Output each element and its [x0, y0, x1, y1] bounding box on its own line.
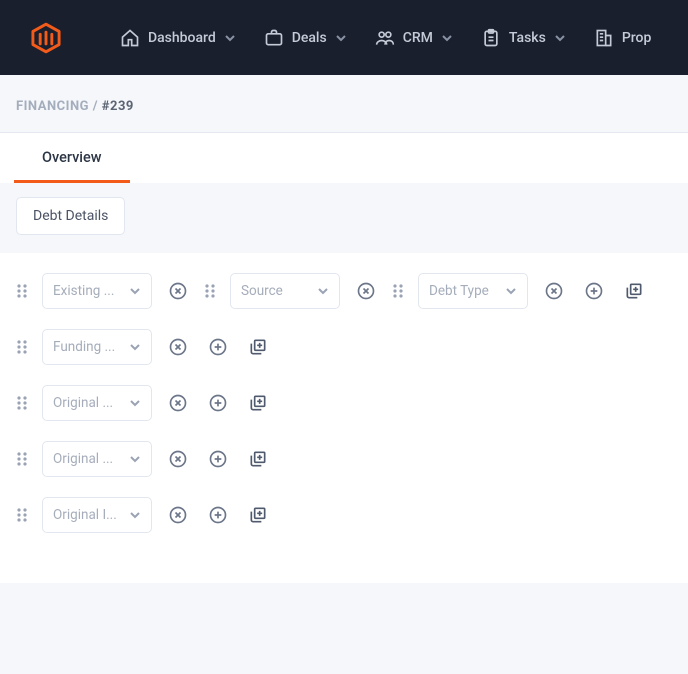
app-logo: [30, 22, 62, 54]
chevron-down-icon: [505, 285, 517, 297]
nav-label: Prop: [622, 30, 652, 46]
chevron-down-icon: [129, 509, 141, 521]
add-button[interactable]: [204, 445, 232, 473]
chevron-down-icon: [317, 285, 329, 297]
drag-handle-icon[interactable]: [392, 283, 406, 299]
tab-overview[interactable]: Overview: [14, 133, 130, 183]
breadcrumb-current: #239: [102, 99, 134, 114]
building-icon: [594, 28, 614, 48]
select-label: Existing ...: [53, 283, 114, 299]
nav-deals[interactable]: Deals: [264, 28, 347, 48]
select-label: Debt Type: [429, 283, 489, 299]
filter-row: Original I...: [16, 487, 672, 543]
select-label: Original I...: [53, 507, 117, 523]
select-existing[interactable]: Existing ...: [42, 273, 152, 309]
breadcrumb-sep: /: [89, 99, 102, 114]
filter-row: Original ...: [16, 431, 672, 487]
filter-row: Original ...: [16, 375, 672, 431]
delete-button[interactable]: [352, 277, 380, 305]
select-field[interactable]: Original I...: [42, 497, 152, 533]
select-field[interactable]: Funding ...: [42, 329, 152, 365]
delete-button[interactable]: [164, 445, 192, 473]
select-label: Source: [241, 283, 283, 299]
breadcrumb-root[interactable]: FINANCING: [16, 99, 89, 114]
drag-handle-icon[interactable]: [16, 507, 30, 523]
delete-button[interactable]: [164, 501, 192, 529]
breadcrumb: FINANCING / #239: [0, 75, 688, 132]
add-button[interactable]: [204, 501, 232, 529]
nav-label: Dashboard: [148, 30, 216, 46]
clipboard-icon: [481, 28, 501, 48]
filter-row: Funding ...: [16, 319, 672, 375]
nav-tasks[interactable]: Tasks: [481, 28, 566, 48]
chevron-down-icon: [441, 32, 453, 44]
select-label: Original ...: [53, 395, 113, 411]
nav-crm[interactable]: CRM: [375, 28, 453, 48]
select-label: Original ...: [53, 451, 113, 467]
people-icon: [375, 28, 395, 48]
delete-button[interactable]: [164, 389, 192, 417]
tab-strip: Overview: [0, 132, 688, 183]
add-button[interactable]: [580, 277, 608, 305]
top-navbar: Dashboard Deals CRM: [0, 0, 688, 75]
chevron-down-icon: [224, 32, 236, 44]
home-icon: [120, 28, 140, 48]
add-group-button[interactable]: [244, 333, 272, 361]
delete-button[interactable]: [540, 277, 568, 305]
add-group-button[interactable]: [620, 277, 648, 305]
briefcase-icon: [264, 28, 284, 48]
select-label: Funding ...: [53, 339, 115, 355]
drag-handle-icon[interactable]: [16, 339, 30, 355]
drag-handle-icon[interactable]: [16, 451, 30, 467]
drag-handle-icon[interactable]: [16, 283, 30, 299]
select-field[interactable]: Original ...: [42, 385, 152, 421]
chevron-down-icon: [129, 285, 141, 297]
debt-details-label: Debt Details: [33, 208, 108, 224]
rows-area: Existing ... Source Debt Type: [0, 253, 688, 583]
drag-handle-icon[interactable]: [204, 283, 218, 299]
nav-properties[interactable]: Prop: [594, 28, 652, 48]
add-group-button[interactable]: [244, 501, 272, 529]
nav-label: CRM: [403, 30, 433, 46]
drag-handle-icon[interactable]: [16, 395, 30, 411]
delete-button[interactable]: [164, 333, 192, 361]
chevron-down-icon: [554, 32, 566, 44]
nav-label: Deals: [292, 30, 327, 46]
select-source[interactable]: Source: [230, 273, 340, 309]
add-button[interactable]: [204, 389, 232, 417]
debt-details-button[interactable]: Debt Details: [16, 197, 125, 235]
chevron-down-icon: [335, 32, 347, 44]
add-group-button[interactable]: [244, 389, 272, 417]
add-button[interactable]: [204, 333, 232, 361]
nav-label: Tasks: [509, 30, 546, 46]
filter-row: Existing ... Source Debt Type: [16, 263, 672, 319]
select-debt-type[interactable]: Debt Type: [418, 273, 528, 309]
tab-label: Overview: [42, 149, 102, 166]
section-header: Debt Details: [0, 183, 688, 253]
chevron-down-icon: [129, 341, 141, 353]
add-group-button[interactable]: [244, 445, 272, 473]
chevron-down-icon: [129, 453, 141, 465]
chevron-down-icon: [129, 397, 141, 409]
select-field[interactable]: Original ...: [42, 441, 152, 477]
delete-button[interactable]: [164, 277, 192, 305]
nav-dashboard[interactable]: Dashboard: [120, 28, 236, 48]
